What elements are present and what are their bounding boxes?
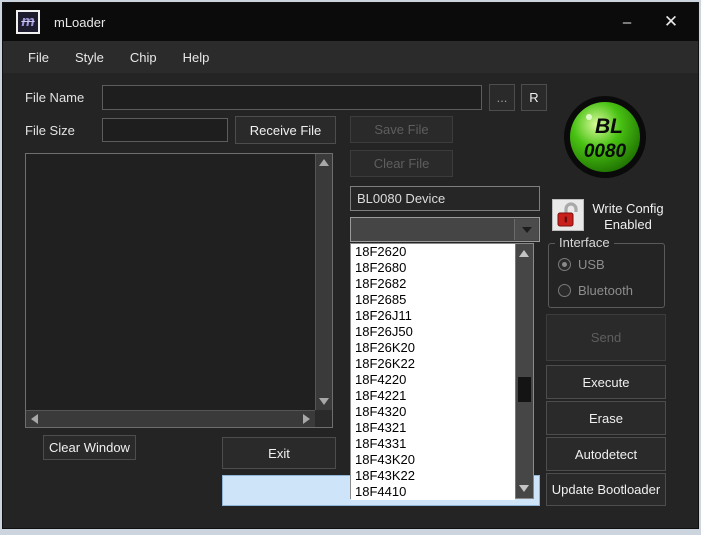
clear-window-button[interactable]: Clear Window — [43, 435, 136, 460]
menu-bar: File Style Chip Help — [3, 41, 698, 73]
open-padlock-icon — [556, 202, 580, 228]
execute-button[interactable]: Execute — [546, 365, 666, 399]
scrollbar-corner — [315, 410, 332, 427]
list-scrollbar[interactable] — [515, 244, 533, 498]
device-option[interactable]: 18F2685 — [351, 292, 515, 308]
device-option[interactable]: 18F4320 — [351, 404, 515, 420]
bl0080-logo: BL 0080 — [563, 95, 647, 179]
file-size-label: File Size — [25, 123, 75, 138]
browse-button[interactable]: ... — [489, 84, 515, 111]
logo-text-bl: BL — [595, 115, 623, 138]
autodetect-button[interactable]: Autodetect — [546, 437, 666, 471]
reload-button[interactable]: R — [521, 84, 547, 111]
write-config-line1: Write Config — [587, 201, 669, 217]
scroll-right-icon[interactable] — [303, 414, 310, 424]
erase-button[interactable]: Erase — [546, 401, 666, 435]
device-option[interactable]: 18F4331 — [351, 436, 515, 452]
update-bootloader-button[interactable]: Update Bootloader — [546, 473, 666, 506]
receive-file-button[interactable]: Receive File — [235, 116, 336, 144]
write-config-label: Write Config Enabled — [587, 201, 669, 233]
send-button[interactable]: Send — [546, 314, 666, 361]
list-scroll-down-icon[interactable] — [519, 485, 529, 492]
device-option[interactable]: 18F4221 — [351, 388, 515, 404]
menu-style[interactable]: Style — [62, 44, 117, 71]
device-option[interactable]: 18F26K22 — [351, 356, 515, 372]
combobox-dropdown-button[interactable] — [514, 219, 538, 240]
write-config-button[interactable] — [552, 199, 584, 231]
interface-groupbox: Interface USB Bluetooth — [548, 243, 665, 308]
clear-file-button[interactable]: Clear File — [350, 150, 453, 177]
radio-bluetooth[interactable]: Bluetooth — [558, 283, 633, 298]
radio-usb-label: USB — [578, 257, 605, 272]
menu-help[interactable]: Help — [170, 44, 223, 71]
device-option[interactable]: 18F2680 — [351, 260, 515, 276]
device-option[interactable]: 18F26J11 — [351, 308, 515, 324]
device-option[interactable]: 18F2620 — [351, 244, 515, 260]
chevron-down-icon — [522, 227, 532, 233]
scroll-left-icon[interactable] — [31, 414, 38, 424]
log-vertical-scrollbar[interactable] — [315, 154, 332, 410]
menu-chip[interactable]: Chip — [117, 44, 170, 71]
menu-file[interactable]: File — [15, 44, 62, 71]
log-textarea[interactable] — [25, 153, 333, 428]
radio-bluetooth-icon[interactable] — [558, 284, 571, 297]
radio-usb-icon[interactable] — [558, 258, 571, 271]
device-option[interactable]: 18F4220 — [351, 372, 515, 388]
interface-group-label: Interface — [555, 235, 614, 250]
close-button[interactable]: ✕ — [654, 9, 688, 35]
device-option[interactable]: 18F43K22 — [351, 468, 515, 484]
device-option[interactable]: 18F43K20 — [351, 452, 515, 468]
device-option[interactable]: 18F2682 — [351, 276, 515, 292]
device-option[interactable]: 18F26K20 — [351, 340, 515, 356]
title-bar: m mLoader – ✕ — [3, 3, 698, 41]
app-window: m mLoader – ✕ File Style Chip Help File … — [2, 2, 699, 529]
window-title: mLoader — [54, 15, 105, 30]
device-option[interactable]: 18F26J50 — [351, 324, 515, 340]
scroll-up-icon[interactable] — [319, 159, 329, 166]
device-combobox[interactable] — [350, 217, 540, 242]
list-scrollbar-thumb[interactable] — [518, 377, 531, 402]
list-scroll-up-icon[interactable] — [519, 250, 529, 257]
file-size-input[interactable] — [102, 118, 228, 142]
app-logo-icon: m — [16, 10, 40, 34]
device-dropdown-list: 18F262018F268018F268218F268518F26J1118F2… — [350, 243, 534, 499]
device-option[interactable]: 18F4410 — [351, 484, 515, 500]
file-name-label: File Name — [25, 90, 84, 105]
logo-text-0080: 0080 — [584, 141, 627, 162]
device-name-field[interactable]: BL0080 Device — [350, 186, 540, 211]
scroll-down-icon[interactable] — [319, 398, 329, 405]
minimize-button[interactable]: – — [610, 9, 644, 35]
save-file-button[interactable]: Save File — [350, 116, 453, 143]
exit-button[interactable]: Exit — [222, 437, 336, 469]
device-option[interactable]: 18F4321 — [351, 420, 515, 436]
radio-usb[interactable]: USB — [558, 257, 605, 272]
radio-bluetooth-label: Bluetooth — [578, 283, 633, 298]
write-config-line2: Enabled — [587, 217, 669, 233]
file-name-input[interactable] — [102, 85, 482, 110]
app-logo-glyph: m — [21, 14, 34, 29]
log-horizontal-scrollbar[interactable] — [26, 410, 315, 427]
